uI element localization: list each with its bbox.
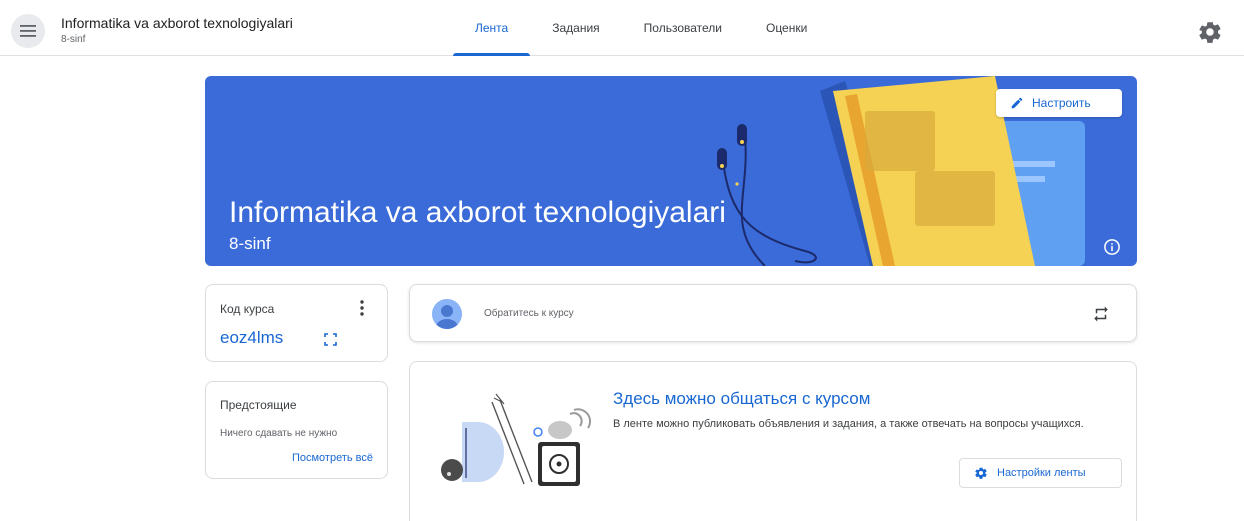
avatar [432,299,462,329]
tab-label: Пользователи [643,21,722,35]
stream-welcome-title: Здесь можно общаться с курсом [613,389,871,408]
course-code-card: Код курса eoz4lms [205,284,388,362]
upcoming-card: Предстоящие Ничего сдавать не нужно Посм… [205,381,388,479]
tab-stream[interactable]: Лента [453,0,531,56]
course-banner: Informatika va axborot texnologiyalari 8… [205,76,1137,266]
stream-settings-button[interactable]: Настройки ленты [959,458,1122,488]
repost-icon[interactable] [1092,305,1110,323]
announce-placeholder[interactable]: Обратитесь к курсу [484,308,574,319]
tab-grades[interactable]: Оценки [744,0,829,56]
course-tabs: Лента Задания Пользователи Оценки [453,0,829,56]
announce-box[interactable]: Обратитесь к курсу [409,284,1137,342]
view-all-link[interactable]: Посмотреть всё [292,452,373,464]
banner-section: 8-sinf [229,234,271,253]
pencil-icon [1011,97,1023,109]
tab-people[interactable]: Пользователи [622,0,744,56]
fullscreen-icon[interactable] [324,333,337,346]
gear-icon[interactable] [1197,19,1223,45]
customize-label: Настроить [1032,96,1091,110]
main-menu-button[interactable] [11,14,45,48]
course-title[interactable]: Informatika va axborot texnologiyalari [61,15,293,31]
stream-welcome-description: В ленте можно публиковать объявления и з… [613,418,1084,430]
customize-button[interactable]: Настроить [996,89,1122,117]
top-app-bar: Informatika va axborot texnologiyalari 8… [0,0,1244,56]
info-icon[interactable] [1103,238,1121,256]
banner-title: Informatika va axborot texnologiyalari [229,196,726,229]
tab-label: Лента [475,21,509,35]
upcoming-empty-text: Ничего сдавать не нужно [220,428,338,439]
gear-icon [975,467,987,479]
tab-label: Задания [552,21,600,35]
course-code-value: eoz4lms [220,328,284,347]
course-code-label: Код курса [220,302,275,316]
upcoming-title: Предстоящие [220,398,297,412]
stream-welcome-card: Здесь можно общаться с курсом В ленте мо… [409,361,1137,521]
avatar-icon [432,299,462,329]
hamburger-menu-icon [20,25,36,37]
more-vert-icon[interactable] [356,299,368,317]
stream-illustration [441,393,591,486]
tab-classwork[interactable]: Задания [530,0,621,56]
stream-settings-label: Настройки ленты [997,467,1086,479]
tab-label: Оценки [765,21,808,35]
course-section: 8-sinf [61,34,86,45]
